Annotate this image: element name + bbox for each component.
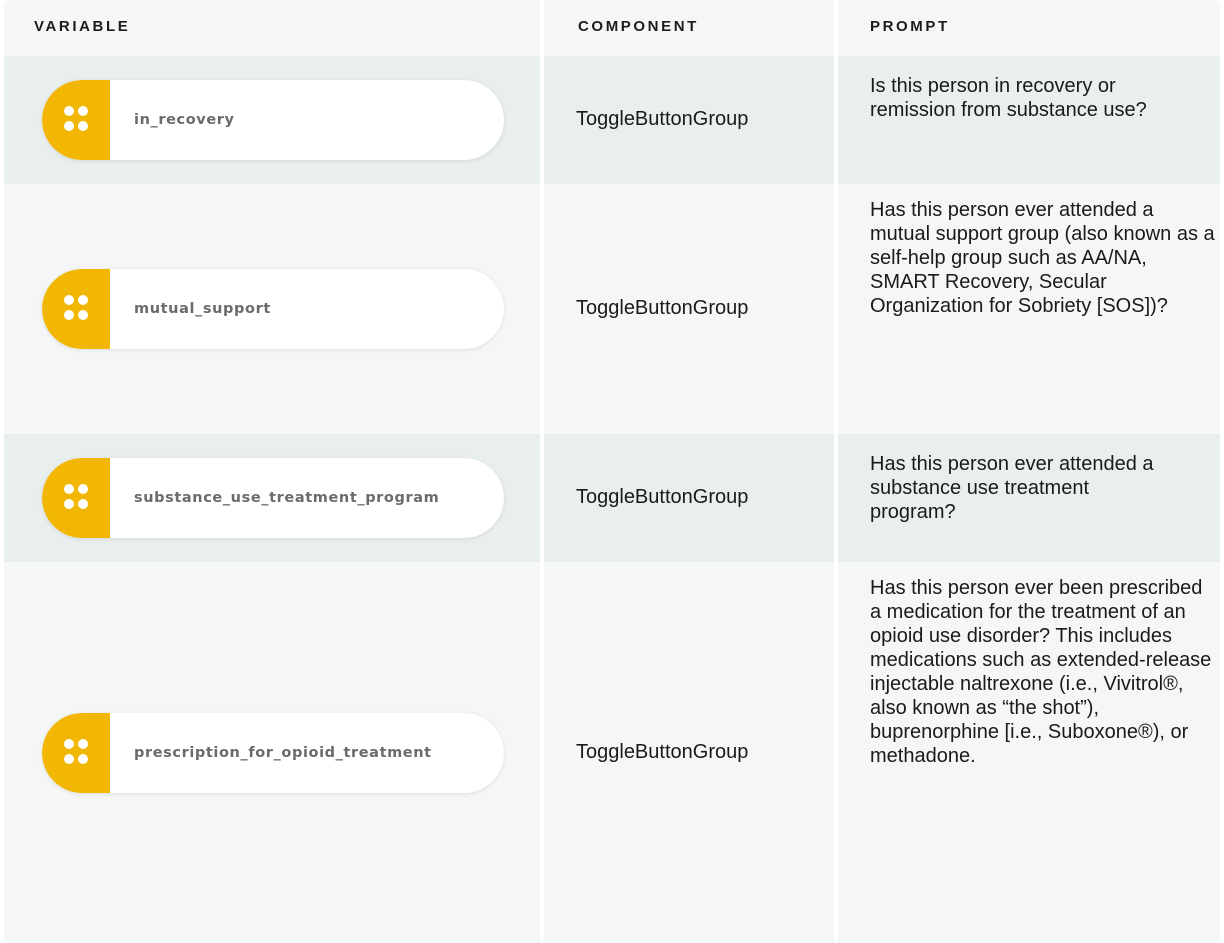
prompt-text: Has this person ever been prescribed a m…	[870, 577, 1212, 767]
table-row: substance_use_treatment_program	[4, 434, 540, 562]
component-header-cell: COMPONENT	[544, 0, 834, 56]
variable-chip-prescription-for-opioid-treatment[interactable]: prescription_for_opioid_treatment	[42, 713, 504, 793]
table-row: ToggleButtonGroup	[544, 184, 834, 434]
table-row: Is this person in recovery or remission …	[838, 56, 1220, 184]
variables-table: VARIABLE in_recovery mutual_support subs…	[0, 0, 1224, 943]
variable-chip-substance-use-treatment-program[interactable]: substance_use_treatment_program	[42, 458, 504, 538]
component-column: COMPONENT ToggleButtonGroup ToggleButton…	[544, 0, 834, 943]
prompt-text: Has this person ever attended a substanc…	[870, 453, 1154, 523]
variable-name: prescription_for_opioid_treatment	[134, 745, 432, 761]
component-name: ToggleButtonGroup	[576, 108, 749, 130]
variable-name: in_recovery	[134, 112, 235, 128]
table-row: ToggleButtonGroup	[544, 434, 834, 562]
variable-header-cell: VARIABLE	[4, 0, 540, 56]
prompt-header: PROMPT	[870, 18, 950, 35]
drag-handle-icon[interactable]	[42, 80, 110, 160]
table-row: Has this person ever attended a substanc…	[838, 434, 1220, 562]
prompt-column: PROMPT Is this person in recovery or rem…	[838, 0, 1220, 943]
variable-name: substance_use_treatment_program	[134, 490, 440, 506]
prompt-header-cell: PROMPT	[838, 0, 1220, 56]
drag-handle-icon[interactable]	[42, 713, 110, 793]
drag-handle-icon[interactable]	[42, 458, 110, 538]
table-row: Has this person ever attended a mutual s…	[838, 184, 1220, 434]
variable-name: mutual_support	[134, 301, 271, 317]
component-name: ToggleButtonGroup	[576, 297, 749, 319]
table-row: mutual_support	[4, 184, 540, 434]
variable-chip-in-recovery[interactable]: in_recovery	[42, 80, 504, 160]
table-row: ToggleButtonGroup	[544, 562, 834, 943]
variable-chip-mutual-support[interactable]: mutual_support	[42, 269, 504, 349]
variable-header: VARIABLE	[34, 18, 131, 35]
component-name: ToggleButtonGroup	[576, 741, 749, 763]
variable-column: VARIABLE in_recovery mutual_support subs…	[4, 0, 540, 943]
component-header: COMPONENT	[578, 18, 699, 35]
component-name: ToggleButtonGroup	[576, 486, 749, 508]
table-row: ToggleButtonGroup	[544, 56, 834, 184]
prompt-text: Has this person ever attended a mutual s…	[870, 199, 1215, 317]
drag-handle-icon[interactable]	[42, 269, 110, 349]
table-row: in_recovery	[4, 56, 540, 184]
table-row: Has this person ever been prescribed a m…	[838, 562, 1220, 943]
table-row: prescription_for_opioid_treatment	[4, 562, 540, 943]
prompt-text: Is this person in recovery or remission …	[870, 75, 1147, 121]
